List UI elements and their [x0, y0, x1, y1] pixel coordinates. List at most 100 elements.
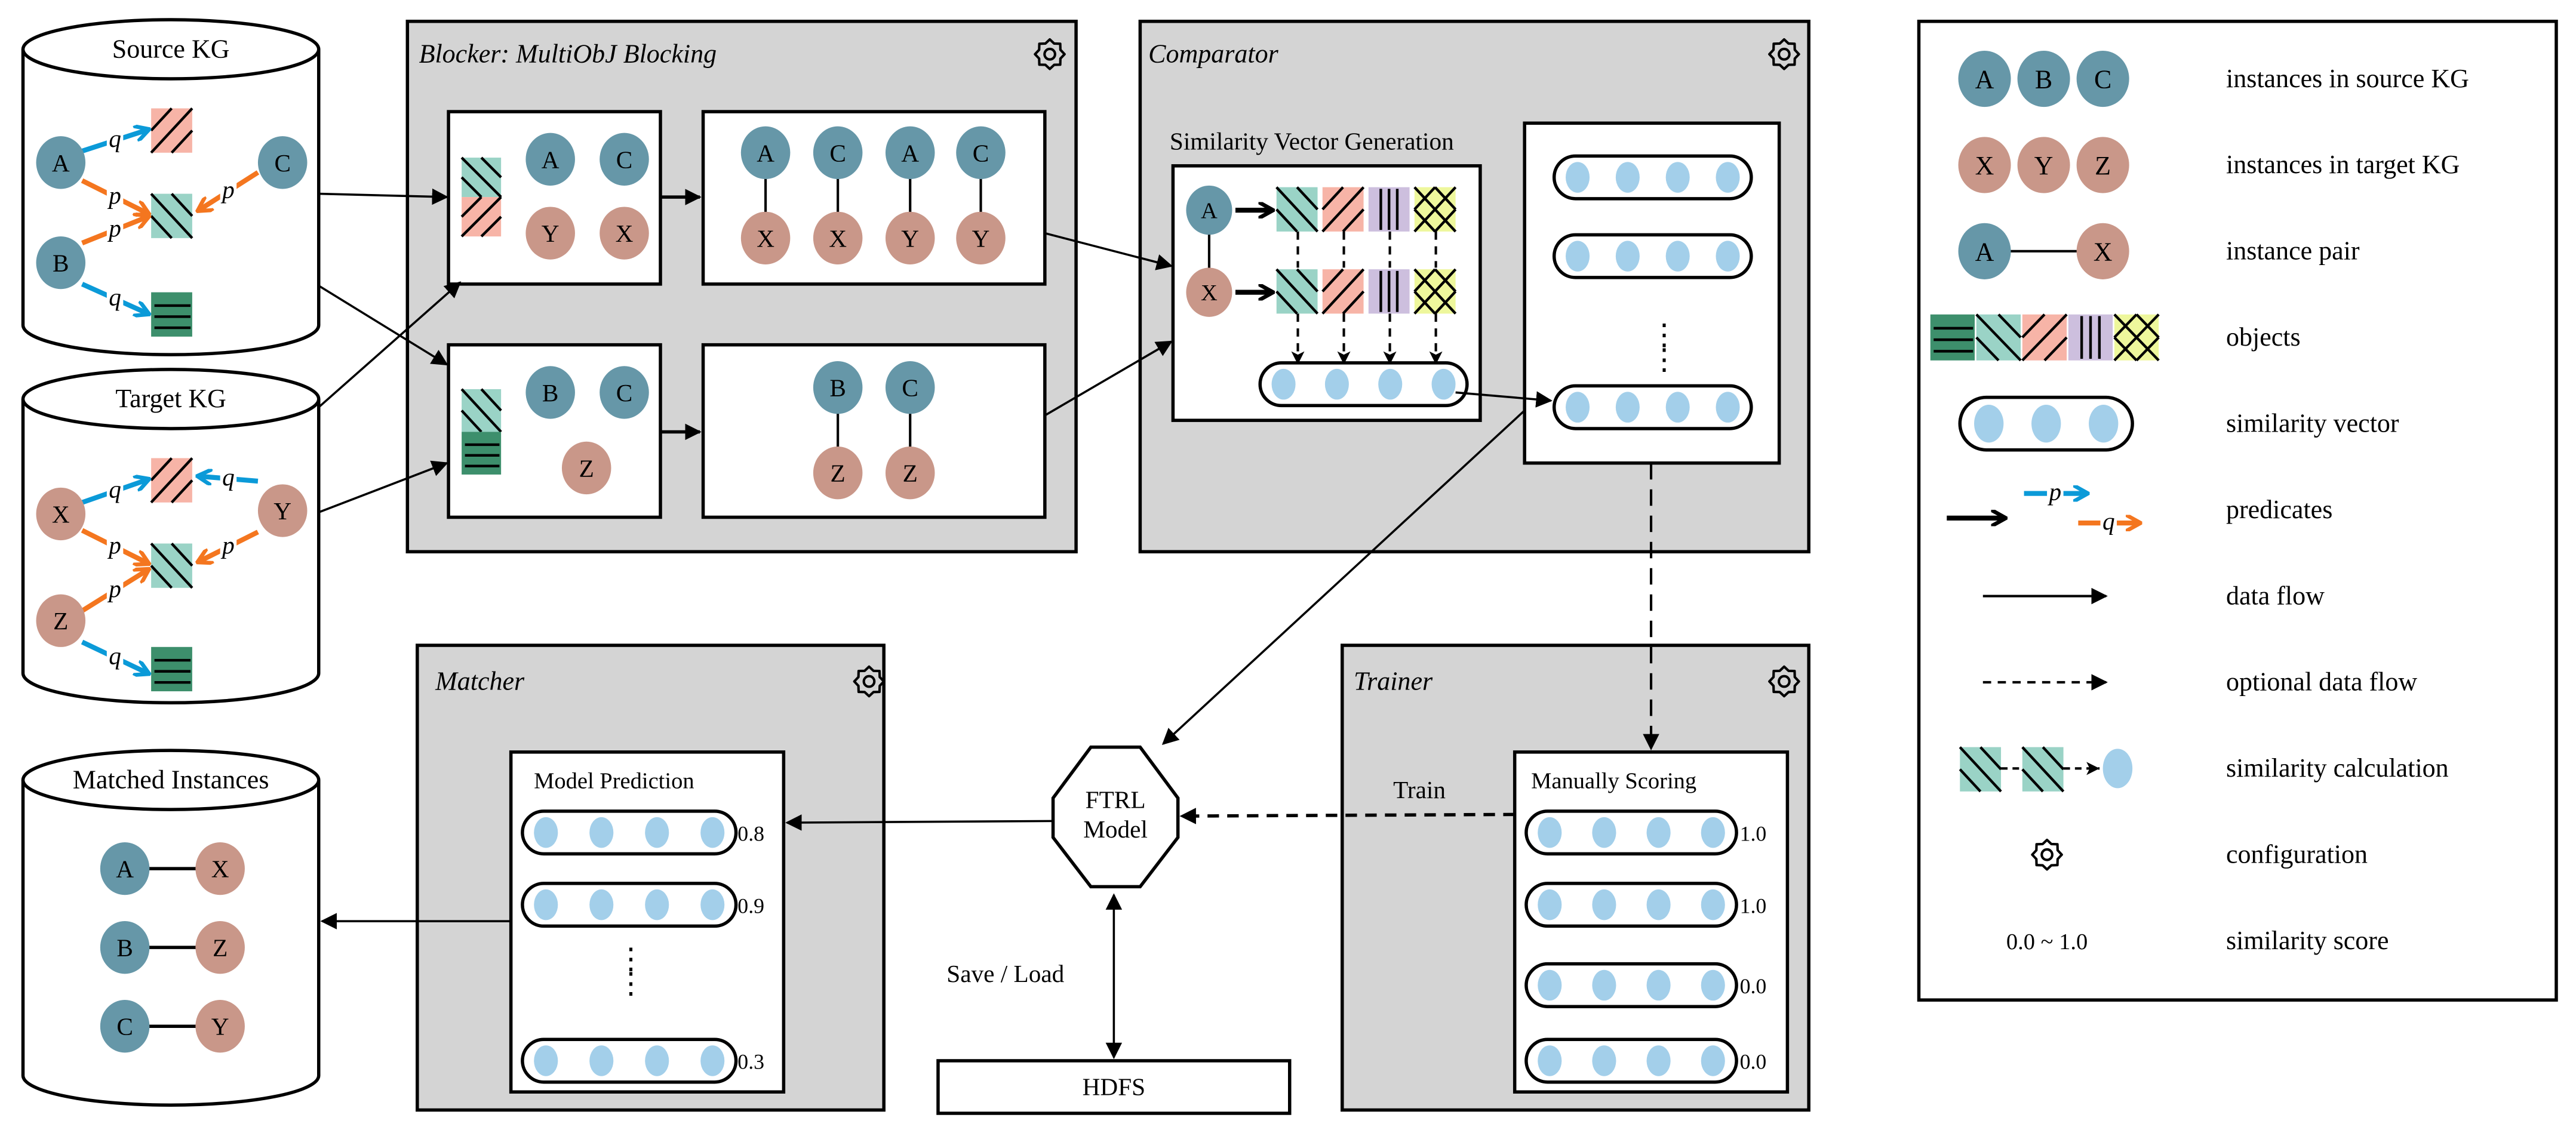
- vector-dot: [534, 1045, 558, 1076]
- vector-dot: [1538, 969, 1562, 1001]
- vector-dot: [1701, 1045, 1725, 1076]
- edge-x-q: q: [81, 475, 148, 505]
- edge-b-p: p: [81, 214, 148, 245]
- node-label: A: [52, 149, 70, 177]
- manual-score: 0.0: [1740, 1050, 1767, 1074]
- node-label: Z: [53, 607, 68, 635]
- legend-row: [1930, 313, 2160, 362]
- scored-vector: [1524, 962, 1738, 1008]
- pairs-2-box: [701, 343, 1047, 519]
- comparator-title: Comparator: [1148, 39, 1278, 69]
- node-label: Z: [2095, 151, 2111, 180]
- vector-dot: [1271, 368, 1296, 400]
- vector-dot: [534, 817, 558, 848]
- node-label: Z: [579, 454, 594, 482]
- target-instance-node: X: [740, 211, 791, 265]
- predicate-label: p: [2048, 478, 2062, 506]
- matcher-title: Matcher: [435, 666, 525, 695]
- vector-dot: [1431, 368, 1456, 400]
- vector-dot: [645, 889, 669, 920]
- legend-sim-dot: [2102, 749, 2133, 789]
- node-label: A: [901, 139, 919, 167]
- node-label: X: [1201, 281, 1218, 306]
- vector-dot: [1538, 1045, 1562, 1076]
- predicate-label: q: [109, 125, 121, 152]
- vector-dot: [1646, 817, 1671, 848]
- legend-label: instances in source KG: [2226, 64, 2469, 93]
- legend-label: objects: [2226, 322, 2301, 352]
- legend-row: 0.0 ~ 1.0: [2006, 929, 2088, 955]
- legend-row: X Y Z: [1958, 137, 2129, 193]
- node-label: X: [829, 224, 847, 252]
- object-teal-icon: [2021, 746, 2065, 793]
- source-kg-title: Source KG: [112, 34, 230, 63]
- target-instance-node: Z: [813, 447, 863, 500]
- target-instance-node: X: [2076, 223, 2129, 279]
- node-label: A: [1201, 199, 1218, 224]
- matched-instances-cylinder: Matched Instances: [21, 749, 321, 1107]
- object-teal-icon: [150, 193, 193, 239]
- vector-dot: [1646, 1045, 1671, 1076]
- legend-label: similarity score: [2226, 926, 2389, 955]
- target-instance-node: X: [36, 487, 86, 541]
- node-label: B: [53, 250, 69, 277]
- source-instance-node: C: [600, 366, 649, 419]
- vector-dot: [2031, 404, 2061, 443]
- vector-dot: [534, 889, 558, 920]
- prediction-score: 0.9: [737, 894, 764, 918]
- vector-dot: [1592, 969, 1616, 1001]
- vectors-ellipsis-2: ⋮: [1649, 319, 1679, 352]
- target-instance-node: X: [1186, 267, 1232, 317]
- node-label: C: [116, 1013, 133, 1040]
- vector-dot: [1592, 817, 1616, 848]
- source-instance-node: A: [1958, 223, 2011, 279]
- node-label: Y: [273, 497, 291, 525]
- object-teal-icon: [460, 388, 502, 433]
- prediction-score: 0.3: [737, 1050, 764, 1074]
- legend-label: similarity calculation: [2226, 753, 2449, 783]
- vector-dot: [1566, 392, 1590, 423]
- object-yellow-icon: [1413, 268, 1457, 315]
- object-teal-icon: [1959, 746, 2002, 793]
- ftrl-model-node[interactable]: FTRL Model: [1051, 745, 1180, 889]
- target-instance-node: Z: [2076, 137, 2129, 193]
- node-label: C: [829, 139, 846, 167]
- legend-label: instances in target KG: [2226, 150, 2460, 179]
- node-label: Y: [901, 224, 919, 252]
- prediction-vector: [521, 809, 738, 856]
- object-green-icon: [151, 646, 192, 692]
- source-instance-node: B: [100, 921, 150, 974]
- vector-dot: [1646, 889, 1671, 920]
- edge-a-q: q: [81, 125, 148, 153]
- vector-dot: [1615, 392, 1640, 423]
- train-label: Train: [1393, 776, 1446, 803]
- target-instance-node: Z: [195, 921, 245, 974]
- hdfs-label: HDFS: [1083, 1073, 1145, 1101]
- node-label: B: [542, 379, 559, 407]
- vector-dot: [1592, 889, 1616, 920]
- object-pink-icon: [460, 196, 502, 238]
- source-instance-node: C: [600, 133, 649, 186]
- source-instance-node: A: [1186, 185, 1232, 235]
- vector-dot: [1538, 889, 1562, 920]
- source-instance-node: C: [813, 126, 863, 179]
- edge-c-p: p: [199, 170, 260, 210]
- predicate-label: q: [222, 463, 235, 491]
- legend-row: [1958, 395, 2134, 452]
- target-instance-node: Y: [885, 211, 935, 265]
- matched-pair: AX: [100, 842, 245, 895]
- node-label: C: [616, 146, 633, 173]
- object-purple-icon: [1368, 187, 1410, 232]
- predicate-label: p: [107, 181, 121, 209]
- node-label: Y: [2034, 151, 2054, 180]
- target-instance-node: Y: [525, 207, 575, 260]
- node-label: C: [2094, 64, 2111, 94]
- vector-dot: [1665, 392, 1690, 423]
- predicate-label: q: [109, 475, 121, 503]
- vector-dot: [1592, 1045, 1616, 1076]
- vector-dot: [645, 1045, 669, 1076]
- vector-dot: [1538, 817, 1562, 848]
- object-pink-icon: [1321, 268, 1365, 315]
- manually-scoring-title: Manually Scoring: [1531, 768, 1696, 793]
- hdfs-box[interactable]: HDFS: [936, 1059, 1292, 1115]
